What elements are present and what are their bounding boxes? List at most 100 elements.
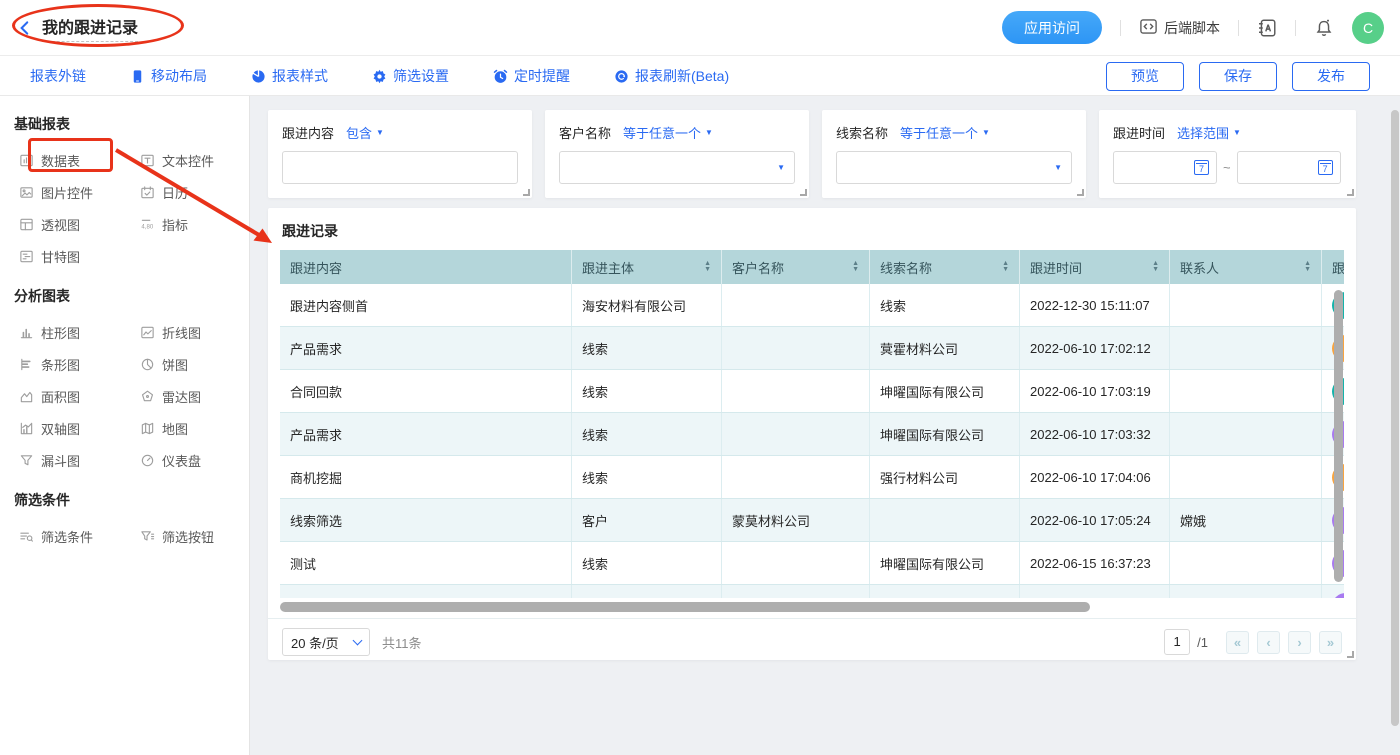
resize-handle[interactable]	[523, 189, 530, 196]
table-row[interactable]: 测试线索坤曜国际有限公司2022-06-15 16:37:23产	[280, 542, 1344, 585]
table-cell: 线索	[572, 413, 722, 455]
table-scroll-area[interactable]: 跟进内容跟进主体▲▼客户名称▲▼线索名称▲▼跟进时间▲▼联系人▲▼跟进方式▲▼ …	[280, 250, 1344, 598]
table-row[interactable]: 线索筛选客户蒙莫材料公司2022-06-10 17:05:24嫦娥产	[280, 499, 1344, 542]
filter-widget-2[interactable]: 线索名称等于任意一个▼ ▼	[822, 110, 1086, 198]
sidebar-item-pie-chart[interactable]: 饼图	[140, 348, 250, 380]
filter-widget-3[interactable]: 跟进时间选择范围▼7~7	[1099, 110, 1356, 198]
sidebar-item-map[interactable]: 地图	[140, 412, 250, 444]
table-row[interactable]: 产品需求线索蓂霍材料公司2022-06-10 17:02:12当	[280, 327, 1344, 370]
table-row[interactable]: 跟进内容侧首海安材料有限公司线索2022-12-30 15:11:07电	[280, 284, 1344, 327]
sidebar-item-funnel[interactable]: 漏斗图	[19, 444, 140, 476]
resize-handle[interactable]	[1347, 189, 1354, 196]
sort-icon[interactable]: ▲▼	[698, 261, 711, 273]
table-row[interactable]: 产品需求线索坤曜国际有限公司2022-06-10 17:03:32产	[280, 413, 1344, 456]
sidebar-item-column-chart[interactable]: 柱形图	[19, 316, 140, 348]
column-header-label: 客户名称	[732, 258, 784, 277]
first-page-button[interactable]: «	[1226, 631, 1249, 654]
filter-widget-1[interactable]: 客户名称等于任意一个▼▼	[545, 110, 809, 198]
date-start-input[interactable]: 7	[1113, 151, 1217, 184]
filter-text-input[interactable]	[282, 151, 518, 184]
sidebar-item-filter-button[interactable]: 筛选按钮	[140, 520, 250, 552]
sidebar-item-label: 日历	[162, 183, 188, 202]
sidebar-item-calendar[interactable]: 日历	[140, 176, 250, 208]
avatar[interactable]: C	[1352, 12, 1384, 44]
canvas-scrollbar[interactable]	[1391, 110, 1399, 726]
notification-bell-icon[interactable]	[1314, 18, 1334, 38]
last-page-button[interactable]: »	[1319, 631, 1342, 654]
column-header-6[interactable]: 跟进方式▲▼	[1322, 250, 1344, 284]
sort-icon[interactable]: ▲▼	[846, 261, 859, 273]
table-horizontal-scrollbar[interactable]	[280, 602, 1090, 612]
filter-operator-dropdown[interactable]: 选择范围▼	[1177, 123, 1241, 142]
sidebar-item-metric[interactable]: 4,80指标	[140, 208, 250, 240]
filter-widget-0[interactable]: 跟进内容包含▼	[268, 110, 532, 198]
date-range-separator: ~	[1223, 160, 1231, 175]
toolbar-item-label: 报表外链	[30, 66, 86, 86]
filter-select-input[interactable]: ▼	[836, 151, 1072, 184]
sort-icon[interactable]: ▲▼	[1298, 261, 1311, 273]
resize-handle[interactable]	[800, 189, 807, 196]
table-row[interactable]: 产	[280, 585, 1344, 598]
toolbar-item-3[interactable]: 筛选设置	[372, 66, 449, 86]
sort-icon[interactable]: ▲▼	[996, 261, 1009, 273]
prev-page-button[interactable]: ‹	[1257, 631, 1280, 654]
table-row[interactable]: 商机挖掘线索强行材料公司2022-06-10 17:04:06当	[280, 456, 1344, 499]
column-header-0[interactable]: 跟进内容	[280, 250, 572, 284]
table-cell	[722, 542, 870, 584]
sidebar-item-area-chart[interactable]: 面积图	[19, 380, 140, 412]
sidebar-item-text-widget[interactable]: 文本控件	[140, 144, 250, 176]
toolbar-item-5[interactable]: 报表刷新(Beta)	[614, 66, 729, 86]
filter-select-input[interactable]: ▼	[559, 151, 795, 184]
resize-handle[interactable]	[1077, 189, 1084, 196]
table-row[interactable]: 合同回款线索坤曜国际有限公司2022-06-10 17:03:19电	[280, 370, 1344, 413]
toolbar-item-4[interactable]: 定时提醒	[493, 66, 570, 86]
page-number-input[interactable]: 1	[1164, 629, 1190, 655]
publish-button[interactable]: 发布	[1292, 62, 1370, 91]
filter-operator-dropdown[interactable]: 包含▼	[346, 123, 384, 142]
sidebar-item-label: 数据表	[41, 151, 80, 170]
contacts-icon[interactable]	[1257, 18, 1277, 38]
refresh-icon	[614, 69, 629, 84]
sidebar-item-datasheet[interactable]: 数据表	[19, 144, 140, 176]
filter-control: ▼	[559, 151, 795, 184]
sidebar-item-filter-lines[interactable]: 筛选条件	[19, 520, 140, 552]
toolbar-item-1[interactable]: 移动布局	[130, 66, 207, 86]
page-title[interactable]: 我的跟进记录	[42, 14, 138, 42]
back-icon[interactable]	[16, 19, 34, 37]
filter-operator-dropdown[interactable]: 等于任意一个▼	[900, 123, 990, 142]
filter-operator-dropdown[interactable]: 等于任意一个▼	[623, 123, 713, 142]
sidebar-item-dual-axis[interactable]: 双轴图	[19, 412, 140, 444]
backend-script-button[interactable]: 后端脚本	[1139, 17, 1220, 39]
column-header-5[interactable]: 联系人▲▼	[1170, 250, 1322, 284]
date-end-input[interactable]: 7	[1237, 151, 1341, 184]
column-header-4[interactable]: 跟进时间▲▼	[1020, 250, 1170, 284]
table-title: 跟进记录	[268, 208, 1356, 250]
toolbar-item-0[interactable]: 报表外链	[30, 66, 86, 86]
app-access-button[interactable]: 应用访问	[1002, 11, 1102, 44]
sidebar-item-bar-chart[interactable]: 条形图	[19, 348, 140, 380]
toolbar-item-2[interactable]: 报表样式	[251, 66, 328, 86]
column-header-1[interactable]: 跟进主体▲▼	[572, 250, 722, 284]
sidebar-item-line-chart[interactable]: 折线图	[140, 316, 250, 348]
table-cell	[280, 585, 572, 598]
table-vertical-scrollbar[interactable]	[1334, 290, 1343, 582]
column-header-2[interactable]: 客户名称 ▲▼	[722, 250, 870, 284]
code-icon	[1139, 17, 1158, 39]
sort-icon[interactable]: ▲▼	[1146, 261, 1159, 273]
next-page-button[interactable]: ›	[1288, 631, 1311, 654]
page-size-select[interactable]: 20 条/页	[282, 628, 370, 656]
sidebar-item-gauge[interactable]: 仪表盘	[140, 444, 250, 476]
column-header-3[interactable]: 线索名称▲▼	[870, 250, 1020, 284]
save-button[interactable]: 保存	[1199, 62, 1277, 91]
preview-button[interactable]: 预览	[1106, 62, 1184, 91]
sidebar-section-grid: 数据表 文本控件图片控件 日历透视图4,80指标甘特图	[19, 144, 249, 272]
sidebar-item-gantt[interactable]: 甘特图	[19, 240, 140, 272]
table-cell: 坤曜国际有限公司	[870, 413, 1020, 455]
gantt-icon	[19, 249, 34, 264]
sidebar-item-pivot[interactable]: 透视图	[19, 208, 140, 240]
sidebar-item-radar-chart[interactable]: 雷达图	[140, 380, 250, 412]
resize-handle[interactable]	[1347, 651, 1354, 658]
sidebar-item-image-widget[interactable]: 图片控件	[19, 176, 140, 208]
filter-field-label: 线索名称	[836, 123, 888, 142]
data-table-widget[interactable]: 跟进记录 跟进内容跟进主体▲▼客户名称▲▼线索名称▲▼跟进时间▲▼联系人▲▼跟进…	[268, 208, 1356, 660]
